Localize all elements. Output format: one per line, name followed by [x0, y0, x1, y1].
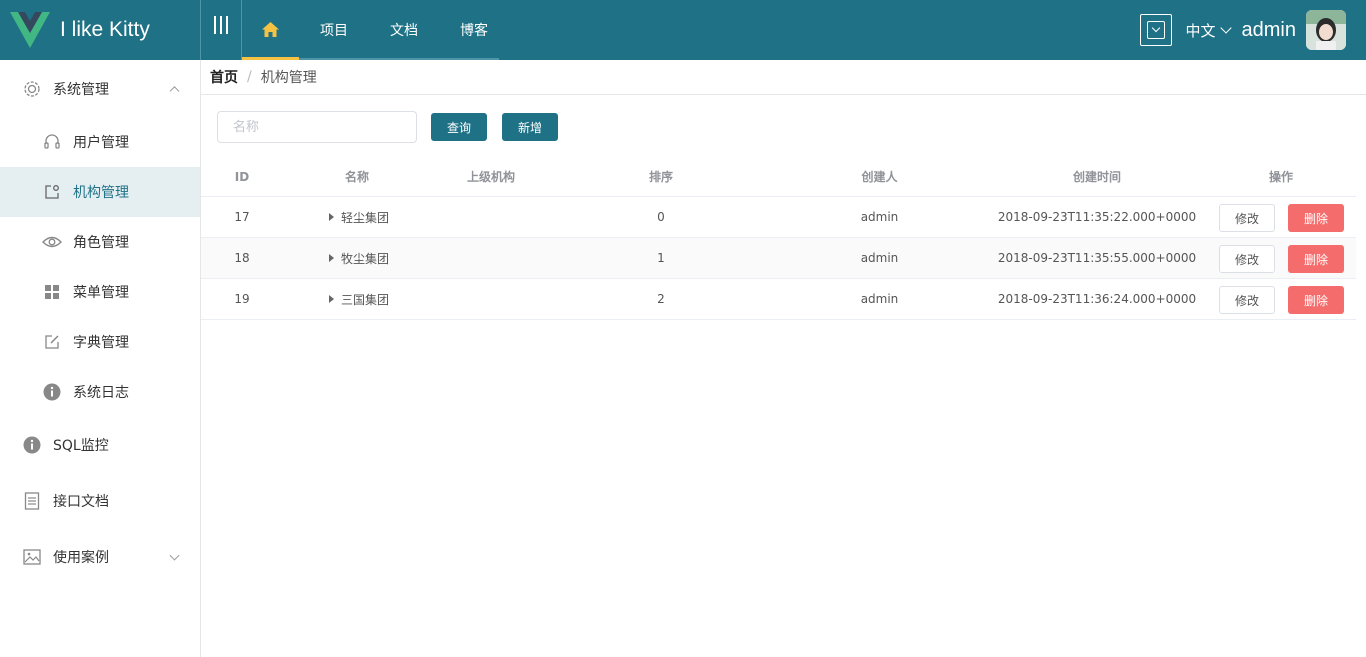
brand-name: I like Kitty [60, 18, 150, 41]
sidebar-collapse-button[interactable] [200, 0, 242, 60]
cell-parent [431, 238, 551, 278]
delete-button[interactable]: 删除 [1288, 286, 1344, 314]
expand-icon[interactable] [329, 295, 334, 303]
nav-home[interactable] [242, 0, 299, 60]
sidebar-item-api-docs[interactable]: 接口文档 [0, 473, 200, 529]
cell-time: 2018-09-23T11:36:24.000+0000 [997, 292, 1197, 306]
sidebar-item-sql[interactable]: SQL监控 [0, 417, 200, 473]
cell-order: 0 [657, 210, 665, 224]
breadcrumb-current: 机构管理 [260, 70, 317, 86]
sidebar-item-label: 机构管理 [73, 185, 129, 201]
column-header-id: ID [234, 169, 250, 184]
breadcrumb: 首页 / 机构管理 [201, 60, 1366, 95]
home-icon [262, 22, 279, 37]
cell-creator: admin [860, 292, 899, 306]
query-button[interactable]: 查询 [431, 113, 487, 141]
column-header-name: 名称 [344, 170, 369, 184]
cell-name-text: 三国集团 [341, 292, 390, 307]
eye-icon [42, 232, 62, 252]
table-row: 17 轻尘集团 0 admin 2018-09-23T11:35:22.000+… [201, 197, 1356, 238]
vue-logo-icon [10, 12, 50, 48]
sidebar-item-dict[interactable]: 字典管理 [0, 317, 200, 367]
chevron-up-icon [169, 86, 180, 97]
cell-name-text: 牧尘集团 [341, 251, 390, 266]
cell-parent [431, 197, 551, 237]
table-row: 18 牧尘集团 1 admin 2018-09-23T11:35:55.000+… [201, 238, 1356, 279]
delete-button[interactable]: 删除 [1288, 245, 1344, 273]
expand-icon[interactable] [329, 254, 334, 262]
sidebar-item-label: 系统管理 [53, 82, 109, 98]
hamburger-icon [214, 16, 216, 34]
top-nav: 项目 文档 博客 [242, 0, 509, 60]
table-header: ID 名称 上级机构 排序 创建人 创建时间 操作 [201, 157, 1356, 197]
username[interactable]: admin [1242, 19, 1296, 42]
sidebar-item-roles[interactable]: 角色管理 [0, 217, 200, 267]
info-icon [42, 382, 62, 402]
breadcrumb-home[interactable]: 首页 [210, 67, 238, 87]
edit-button[interactable]: 修改 [1219, 286, 1275, 314]
org-icon [42, 182, 62, 202]
gear-icon [22, 79, 42, 99]
sidebar: 系统管理 用户管理 机构管理 角色管理 菜单管理 字典管理 系统日志 SQL监控… [0, 60, 201, 657]
picture-icon [22, 547, 42, 567]
language-label: 中文 [1185, 21, 1216, 40]
avatar[interactable] [1306, 10, 1346, 50]
info-icon [22, 435, 42, 455]
chevron-down-icon [1219, 21, 1232, 34]
search-input[interactable] [217, 111, 417, 143]
edit-button[interactable]: 修改 [1219, 204, 1275, 232]
add-button[interactable]: 新增 [502, 113, 558, 141]
table-row: 19 三国集团 2 admin 2018-09-23T11:36:24.000+… [201, 279, 1356, 320]
sidebar-item-examples[interactable]: 使用案例 [0, 529, 200, 585]
cell-order: 2 [657, 292, 665, 306]
nav-project[interactable]: 项目 [299, 0, 369, 60]
sidebar-item-log[interactable]: 系统日志 [0, 367, 200, 417]
sidebar-item-label: 使用案例 [53, 550, 109, 566]
cell-time: 2018-09-23T11:35:22.000+0000 [997, 210, 1197, 224]
brand-logo[interactable]: I like Kitty [0, 0, 200, 60]
column-header-ops: 操作 [1268, 170, 1293, 184]
language-selector[interactable]: 中文 [1185, 20, 1232, 41]
column-header-order: 排序 [648, 170, 673, 184]
sidebar-item-org[interactable]: 机构管理 [0, 167, 200, 217]
sidebar-item-label: SQL监控 [53, 438, 109, 454]
sidebar-item-label: 字典管理 [73, 335, 129, 351]
expand-icon[interactable] [329, 213, 334, 221]
chevron-down-icon [169, 550, 180, 561]
sidebar-item-label: 用户管理 [73, 135, 129, 151]
column-header-parent: 上级机构 [466, 170, 515, 184]
grid-icon [42, 282, 62, 302]
cell-id: 17 [234, 210, 250, 224]
cell-order: 1 [657, 251, 665, 265]
sidebar-item-system[interactable]: 系统管理 [0, 61, 200, 117]
cell-name-text: 轻尘集团 [341, 210, 390, 225]
cell-creator: admin [860, 210, 899, 224]
cell-time: 2018-09-23T11:35:55.000+0000 [997, 251, 1197, 265]
edit-icon [42, 332, 62, 352]
theme-picker-button[interactable] [1139, 14, 1172, 46]
headset-icon [42, 132, 62, 152]
sidebar-item-label: 系统日志 [73, 385, 129, 401]
top-header: I like Kitty 项目 文档 博客 中文 admin [0, 0, 1366, 60]
cell-id: 18 [234, 251, 250, 265]
cell-id: 19 [234, 292, 250, 306]
cell-parent [431, 279, 551, 319]
sidebar-item-label: 接口文档 [53, 494, 109, 510]
cell-creator: admin [860, 251, 899, 265]
delete-button[interactable]: 删除 [1288, 204, 1344, 232]
column-header-creator: 创建人 [861, 170, 898, 184]
edit-button[interactable]: 修改 [1219, 245, 1275, 273]
chevron-down-icon [1146, 21, 1165, 39]
column-header-time: 创建时间 [1072, 170, 1121, 184]
document-icon [22, 491, 42, 511]
nav-docs[interactable]: 文档 [369, 0, 439, 60]
sidebar-item-users[interactable]: 用户管理 [0, 117, 200, 167]
sidebar-item-label: 角色管理 [73, 235, 129, 251]
sidebar-item-label: 菜单管理 [73, 285, 129, 301]
sidebar-item-menus[interactable]: 菜单管理 [0, 267, 200, 317]
nav-blog[interactable]: 博客 [439, 0, 509, 60]
breadcrumb-separator: / [247, 69, 252, 85]
org-table: ID 名称 上级机构 排序 创建人 创建时间 操作 17 轻尘集团 0 admi… [201, 157, 1356, 320]
